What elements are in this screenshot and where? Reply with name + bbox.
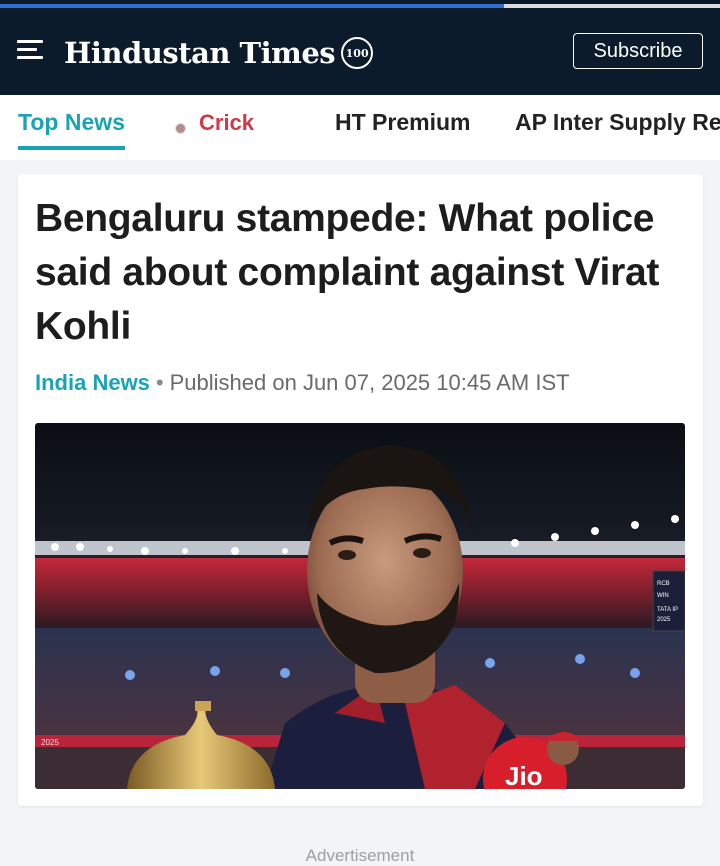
live-dot-icon — [175, 123, 186, 134]
active-tab-indicator — [18, 146, 125, 150]
article-meta: India News • Published on Jun 07, 2025 10:… — [35, 370, 570, 396]
progress-remaining — [504, 4, 720, 8]
advertisement-label: Advertisement — [305, 846, 415, 865]
nav-tab-ht-premium[interactable]: HT Premium — [335, 109, 470, 136]
meta-separator: • — [155, 370, 164, 395]
scoreboard-line-4: 2025 — [657, 617, 671, 623]
hamburger-menu-icon[interactable] — [14, 38, 46, 62]
category-link[interactable]: India News — [35, 370, 150, 395]
scoreboard-line-3: TATA IP — [657, 607, 678, 613]
nav-tab-cricket[interactable]: Crick — [199, 110, 254, 136]
nav-tab-top-news[interactable]: Top News — [18, 109, 125, 136]
progress-fill — [0, 4, 504, 8]
article-card: Bengaluru stampede: What police said abo… — [18, 174, 703, 806]
site-header: Hindustan Times 100 Subscribe — [0, 9, 720, 95]
scoreboard-line-2: WIN — [657, 593, 669, 599]
scoreboard-line-1: RCB — [657, 581, 670, 587]
article-hero-image[interactable]: 2025 RCB WIN TATA IP 2025 Jio — [35, 423, 685, 789]
jersey-logo-text: Jio — [505, 761, 543, 789]
published-date: Published on Jun 07, 2025 10:45 AM IST — [169, 370, 570, 395]
section-nav: Top News Crick HT Premium AP Inter Suppl… — [0, 95, 720, 160]
article-headline[interactable]: Bengaluru stampede: What police said abo… — [35, 192, 695, 354]
banner-text: 2025 — [41, 738, 59, 747]
logo-badge: 100 — [341, 37, 374, 69]
site-logo[interactable]: Hindustan Times 100 — [64, 31, 374, 75]
nav-tab-ap-inter[interactable]: AP Inter Supply Re — [515, 109, 720, 136]
subscribe-button[interactable]: Subscribe — [573, 33, 703, 69]
logo-text: Hindustan Times — [64, 36, 336, 70]
